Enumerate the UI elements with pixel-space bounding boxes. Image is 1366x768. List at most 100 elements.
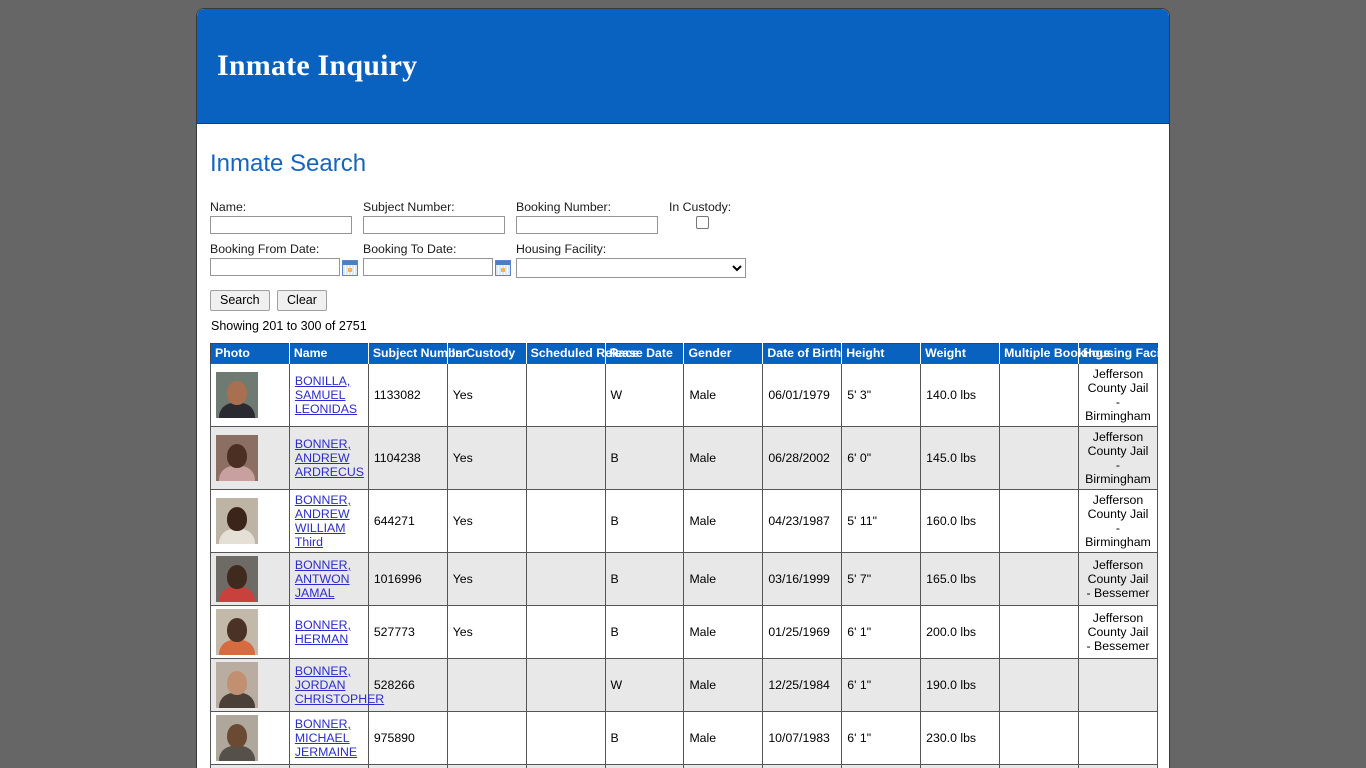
column-header-photo[interactable]: Photo [210,343,290,364]
mugshot-photo[interactable] [216,498,258,544]
cell-weight [920,764,1001,768]
cell-gender: Male [683,363,764,427]
cell-height: 6' 1" [841,658,922,712]
cell-name: BONNER, HERMAN [288,605,369,659]
inmate-photo-cell [210,363,290,427]
cell-date-of-birth: 03/16/1999 [762,552,843,606]
cell-housing-facility [1077,658,1159,712]
cell-date-of-birth: 01/25/1969 [762,605,843,659]
mugshot-photo[interactable] [216,609,258,655]
table-row: BONNER, JORDAN CHRISTOPHER 528266 W Male 12/… [210,658,1159,712]
inmate-name-link[interactable]: BONNER, HERMAN [295,618,363,646]
column-header-housing-facility[interactable]: Housing Facility [1078,343,1169,364]
inmate-photo-cell [210,658,290,712]
booking-from-date-label: Booking From Date: [210,242,320,256]
in-custody-field-group: In Custody: [669,200,789,229]
cell-multiple-bookings [999,658,1079,712]
mugshot-photo[interactable] [216,715,258,761]
in-custody-label: In Custody: [669,200,732,214]
cell-gender: Male [683,489,764,553]
cell-height: 6' 0" [841,426,922,490]
mugshot-photo[interactable] [216,556,258,602]
page-title: Inmate Search [210,150,367,177]
column-header-in-custody[interactable]: In Custody [447,343,527,364]
table-row: BONNER, ANDREW WILLIAM Third 644271 Yes B Ma… [210,489,1159,553]
inmate-name-link[interactable]: BONNER, ANDREW WILLIAM Third [295,493,363,549]
cell-multiple-bookings [999,764,1079,768]
cell-housing-facility: Jefferson County Jail - Birmingham [1077,426,1159,490]
cell-housing-facility: Jefferson County Jail - Birmingham [1077,363,1159,427]
cell-height: 6' 1" [841,711,922,765]
cell-height: 5' 7" [841,552,922,606]
cell-housing-facility: Jefferson County [1077,764,1159,768]
booking-from-date-input[interactable] [210,258,340,276]
inmate-name-link[interactable]: BONNER, ANTWON JAMAL [295,558,363,600]
column-header-gender[interactable]: Gender [683,343,764,364]
column-header-weight[interactable]: Weight [920,343,1001,364]
subject-number-input[interactable] [363,216,505,234]
cell-date-of-birth [762,764,843,768]
cell-weight: 160.0 lbs [920,489,1001,553]
column-header-date-of-birth[interactable]: Date of Birth [762,343,843,364]
cell-in-custody [446,658,527,712]
cell-scheduled-release-date [525,605,606,659]
cell-gender: Male [683,552,764,606]
table-row: BONNER, ANTWON JAMAL 1016996 Yes B Male 03/16… [210,552,1159,606]
subject-number-label: Subject Number: [363,200,455,214]
column-header-subject-number[interactable]: Subject Number [368,343,467,364]
subject-number-field-group: Subject Number: [363,200,516,234]
results-table-body: BONILLA, SAMUEL LEONIDAS 1133082 Yes W Male 0… [210,363,1159,768]
name-input[interactable] [210,216,352,234]
inmate-name-link[interactable]: BONNER, ANDREW ARDRECUS [295,437,364,479]
inmate-photo-cell [210,489,290,553]
cell-housing-facility: Jefferson County Jail - Bessemer [1077,552,1159,606]
cell-gender [683,764,764,768]
housing-facility-field-group: Housing Facility: [516,242,748,278]
cell-housing-facility: Jefferson County Jail - Bessemer [1077,605,1159,659]
booking-number-field-group: Booking Number: [516,200,669,234]
inmate-name-link[interactable]: BONILLA, SAMUEL LEONIDAS [295,374,363,416]
cell-height: 5' 3" [841,363,922,427]
mugshot-photo[interactable] [216,372,258,418]
cell-subject-number: 1016996 [367,552,448,606]
mugshot-photo[interactable] [216,435,258,481]
column-header-height[interactable]: Height [841,343,922,364]
cell-multiple-bookings [999,489,1079,553]
page-body: Inmate Search Name: Subject Number: Book… [197,124,1169,768]
booking-number-input[interactable] [516,216,658,234]
calendar-icon[interactable] [495,260,511,276]
cell-height: 5' 11" [841,489,922,553]
cell-scheduled-release-date [525,363,606,427]
cell-name: BONNER, MICHAEL JERMAINE [288,711,369,765]
results-header-row: Photo Name Subject Number In Custody Schedul… [210,343,1169,364]
search-form-row-1: Name: Subject Number: Booking Number: In… [210,200,1157,234]
housing-facility-select[interactable] [516,258,746,278]
cell-subject-number: 1104238 [367,426,448,490]
column-header-scheduled-release-date[interactable]: Scheduled Release Date [526,343,673,364]
cell-name: BONNER, ANTWON JAMAL [288,552,369,606]
column-header-multiple-bookings[interactable]: Multiple Bookings [999,343,1110,364]
cell-multiple-bookings [999,552,1079,606]
calendar-icon[interactable] [342,260,358,276]
cell-scheduled-release-date [525,426,606,490]
table-row: BONILLA, SAMUEL LEONIDAS 1133082 Yes W Male 0… [210,363,1159,427]
cell-subject-number: 644271 [367,489,448,553]
cell-race: B [604,489,685,553]
inmate-name-link[interactable]: BONNER, JORDAN CHRISTOPHER [295,664,384,706]
inmate-name-link[interactable]: BONNER, MICHAEL JERMAINE [295,717,363,759]
search-button[interactable]: Search [210,290,270,311]
booking-number-label: Booking Number: [516,200,612,214]
booking-to-date-input[interactable] [363,258,493,276]
cell-housing-facility [1077,711,1159,765]
in-custody-checkbox[interactable] [696,216,709,229]
results-count: Showing 201 to 300 of 2751 [211,319,367,333]
clear-button[interactable]: Clear [277,290,327,311]
cell-name: BONNER, ANDREW ARDRECUS [288,426,369,490]
mugshot-photo[interactable] [216,662,258,708]
cell-weight: 140.0 lbs [920,363,1001,427]
cell-gender: Male [683,711,764,765]
table-row: BONNER, MICHAEL JERMAINE 975890 B Male 10/07… [210,711,1159,765]
column-header-name[interactable]: Name [289,343,369,364]
cell-subject-number: 1133082 [367,363,448,427]
page-root: Inmate Inquiry Inmate Search Name: Subje… [0,0,1366,768]
